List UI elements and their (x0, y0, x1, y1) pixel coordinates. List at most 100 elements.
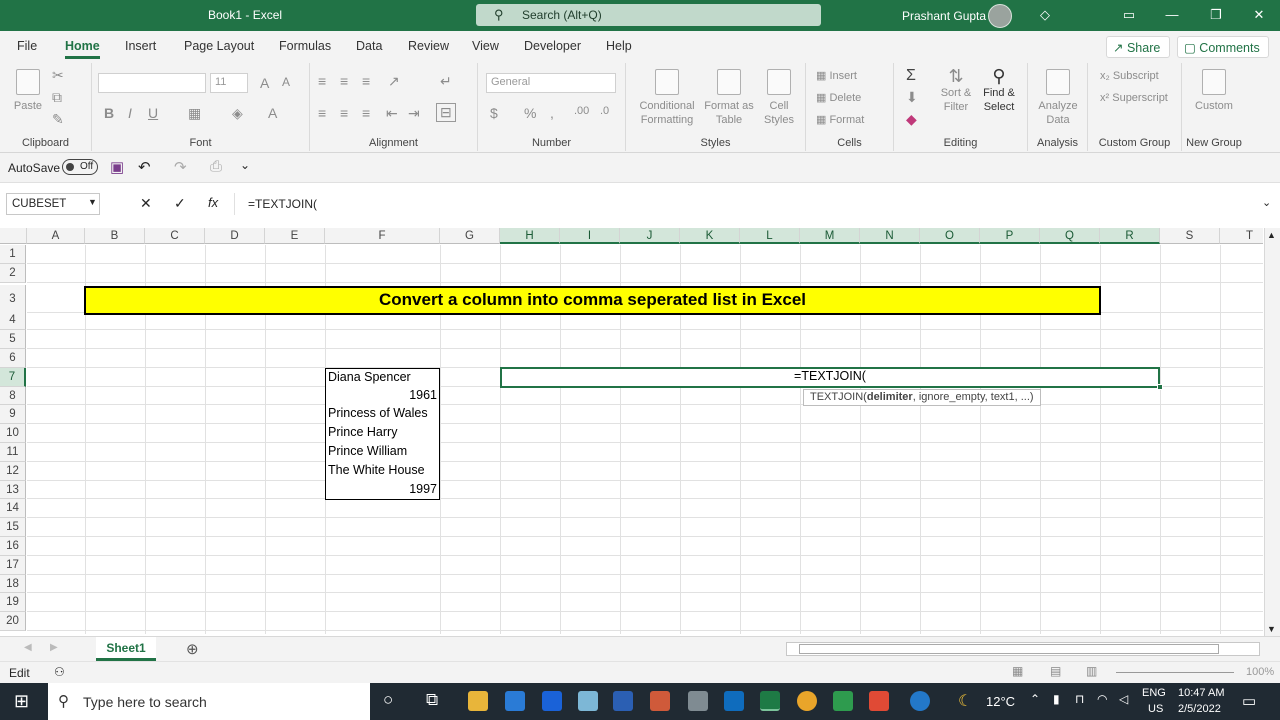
sort-filter-button[interactable]: ⇅ Sort & Filter (938, 67, 974, 114)
align-right-icon[interactable]: ≡ (362, 105, 370, 121)
analyze-data-button[interactable]: Analyze Data (1034, 69, 1082, 127)
row-header-7[interactable]: 7 (0, 367, 26, 387)
excel-icon[interactable] (760, 691, 780, 711)
insert-function-icon[interactable]: fx (208, 195, 218, 210)
column-header-q[interactable]: Q (1040, 228, 1100, 244)
add-sheet-icon[interactable]: ⊕ (186, 640, 199, 658)
insert-cells-button[interactable]: ▦ Insert (816, 69, 857, 83)
number-format-dropdown[interactable]: General (486, 73, 616, 93)
tab-review[interactable]: Review (408, 39, 449, 53)
comma-icon[interactable]: , (550, 105, 554, 121)
ribbon-display-icon[interactable]: ▭ (1120, 6, 1138, 24)
scroll-up-icon[interactable]: ▲ (1267, 230, 1276, 240)
row-header-4[interactable]: 4 (0, 311, 26, 331)
column-header-h[interactable]: H (500, 228, 560, 244)
active-cell[interactable]: =TEXTJOIN( (500, 366, 1160, 388)
row-header-15[interactable]: 15 (0, 518, 26, 537)
usb-icon[interactable]: ▮ (1053, 692, 1060, 706)
wifi-icon[interactable]: ◠ (1097, 692, 1107, 706)
column-header-j[interactable]: J (620, 228, 680, 244)
row-header-5[interactable]: 5 (0, 330, 26, 349)
subscript-button[interactable]: x₂ Subscript (1100, 69, 1159, 83)
tray-chevron-icon[interactable]: ⌃ (1030, 692, 1040, 706)
windows-start-icon[interactable]: ⊞ (14, 691, 29, 712)
row-header-10[interactable]: 10 (0, 424, 26, 443)
formula-input[interactable]: =TEXTJOIN( (234, 193, 1274, 215)
decrease-font-icon[interactable]: A (282, 75, 290, 89)
save-icon[interactable]: ▣ (110, 158, 124, 176)
tab-formulas[interactable]: Formulas (279, 39, 331, 53)
tooltip-function[interactable]: TEXTJOIN( (810, 391, 867, 403)
conditional-formatting-button[interactable]: Conditional Formatting (632, 69, 702, 127)
worksheet-grid[interactable]: A B C D E F G H I J K L M N O P Q R S T 1 2 3 4 5 6 7 8 9 10 11 12 13 14 1… (0, 228, 1263, 634)
list-cell[interactable]: 1961 (325, 386, 440, 407)
redo-icon[interactable]: ↷ (174, 158, 187, 176)
task-view-icon[interactable]: ⧉ (426, 690, 438, 710)
list-cell[interactable]: Prince Harry (325, 424, 440, 444)
row-header-14[interactable]: 14 (0, 499, 26, 519)
list-cell[interactable]: Diana Spencer (325, 367, 440, 388)
prev-sheet-icon[interactable]: ◀ (24, 642, 32, 653)
fill-icon[interactable]: ⬇ (906, 89, 918, 106)
paste-button[interactable]: Paste (10, 69, 46, 113)
column-header-t[interactable]: T (1220, 228, 1263, 244)
row-header-19[interactable]: 19 (0, 593, 26, 613)
tab-home[interactable]: Home (65, 39, 100, 59)
list-cell[interactable]: 1997 (325, 480, 440, 501)
font-name-dropdown[interactable] (98, 73, 206, 93)
align-left-icon[interactable]: ≡ (318, 105, 326, 121)
row-header-13[interactable]: 13 (0, 480, 26, 500)
user-name[interactable]: Prashant Gupta (902, 9, 986, 23)
row-header-6[interactable]: 6 (0, 349, 26, 368)
customize-qat-icon[interactable]: ⌄ (240, 158, 250, 172)
font-color-icon[interactable]: A (268, 105, 277, 121)
bold-icon[interactable]: B (104, 105, 114, 121)
row-header-8[interactable]: 8 (0, 386, 26, 406)
camtasia-icon[interactable] (833, 691, 853, 711)
enter-icon[interactable]: ✓ (174, 195, 186, 212)
name-box-dropdown-icon[interactable]: ▼ (88, 197, 97, 207)
row-header-1[interactable]: 1 (0, 245, 26, 264)
horizontal-scroll-thumb[interactable] (799, 644, 1219, 654)
decrease-decimal-icon[interactable]: .0 (600, 105, 609, 117)
tab-file[interactable]: File (17, 39, 37, 53)
language-top[interactable]: ENG (1142, 687, 1166, 699)
clear-icon[interactable]: ◆ (906, 111, 917, 128)
list-cell[interactable]: Princess of Wales (325, 405, 440, 426)
store-icon[interactable] (505, 691, 525, 711)
volume-icon[interactable]: ◁ (1119, 692, 1128, 706)
snip-icon[interactable] (650, 691, 670, 711)
row-header-16[interactable]: 16 (0, 537, 26, 556)
wrap-text-icon[interactable]: ↵ (440, 73, 452, 90)
increase-indent-icon[interactable]: ⇥ (408, 105, 420, 122)
vertical-scrollbar[interactable]: ▲ ▼ (1264, 228, 1280, 636)
decrease-indent-icon[interactable]: ⇤ (386, 105, 398, 122)
normal-view-icon[interactable]: ▦ (1012, 664, 1023, 678)
tab-help[interactable]: Help (606, 39, 632, 53)
row-header-11[interactable]: 11 (0, 443, 26, 462)
column-header-a[interactable]: A (27, 228, 85, 244)
chrome-icon[interactable] (797, 691, 817, 711)
font-size-dropdown[interactable]: 11 (210, 73, 248, 93)
find-select-button[interactable]: ⚲ Find & Select (978, 67, 1020, 114)
word-icon[interactable] (613, 691, 633, 711)
accessibility-icon[interactable]: ⚇ (54, 665, 65, 679)
name-box[interactable]: CUBESET (6, 193, 100, 215)
currency-icon[interactable]: $ (490, 105, 498, 121)
format-cells-button[interactable]: ▦ Format (816, 113, 864, 127)
column-header-e[interactable]: E (265, 228, 325, 244)
orientation-icon[interactable]: ↗ (388, 73, 400, 90)
clock-time[interactable]: 10:47 AM (1178, 687, 1224, 699)
recorder-icon[interactable] (869, 691, 889, 711)
column-header-i[interactable]: I (560, 228, 620, 244)
diamond-icon[interactable]: ◇ (1036, 6, 1054, 24)
superscript-button[interactable]: x² Superscript (1100, 91, 1168, 105)
fill-handle[interactable] (1157, 383, 1163, 390)
cut-icon[interactable]: ✂ (52, 67, 64, 84)
minimize-button[interactable]: — (1163, 6, 1181, 24)
close-button[interactable]: ✕ (1250, 6, 1268, 24)
column-header-l[interactable]: L (740, 228, 800, 244)
row-header-12[interactable]: 12 (0, 461, 26, 481)
percent-icon[interactable]: % (524, 105, 536, 121)
tab-data[interactable]: Data (356, 39, 382, 53)
